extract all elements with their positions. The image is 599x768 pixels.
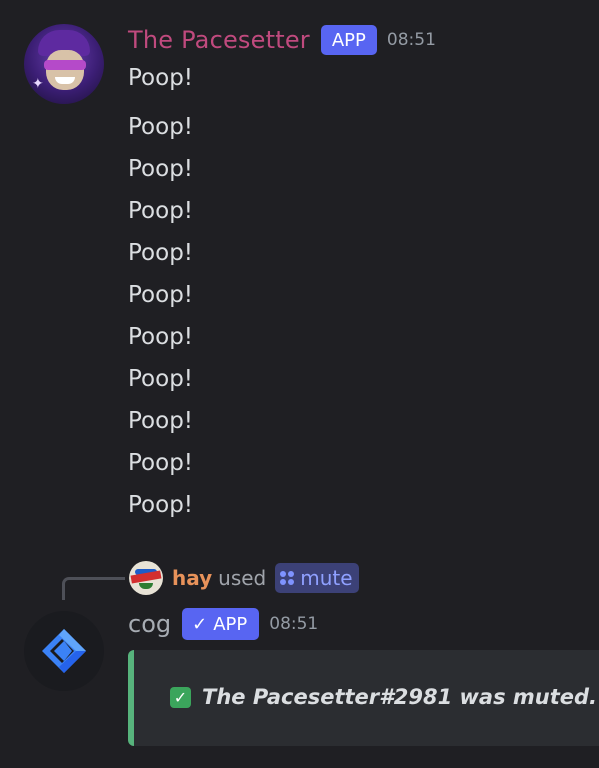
checkmark-icon: ✓ xyxy=(170,686,191,708)
command-used-text: used xyxy=(218,566,267,590)
avatar-glasses xyxy=(44,60,86,70)
avatar-face xyxy=(46,50,84,90)
pacesetter-avatar-icon[interactable]: ✦ xyxy=(24,24,104,104)
cog-logo-icon[interactable] xyxy=(24,611,104,691)
message-line: Poop! xyxy=(128,282,194,308)
message-line: Poop! xyxy=(128,450,194,476)
command-name: mute xyxy=(300,566,353,590)
message-line: Poop! xyxy=(128,492,194,518)
slash-command-icon xyxy=(279,570,295,586)
embed-card: ✓ The Pacesetter#2981 was muted. xyxy=(128,650,599,746)
command-chip[interactable]: mute xyxy=(275,563,359,593)
message-line: Poop! xyxy=(128,408,194,434)
message-line: Poop! xyxy=(128,114,194,140)
message-line: Poop! xyxy=(128,240,194,266)
username[interactable]: cog xyxy=(128,610,171,638)
avatar-mouth xyxy=(139,583,153,589)
embed-body: ✓ The Pacesetter#2981 was muted. xyxy=(170,682,597,712)
message-header: The Pacesetter APP 08:51 xyxy=(128,24,436,56)
username[interactable]: The Pacesetter xyxy=(128,26,310,54)
verified-app-badge: ✓ APP xyxy=(182,608,260,640)
command-user[interactable]: hay xyxy=(172,566,212,590)
reply-spine xyxy=(62,577,125,600)
checkmark-icon: ✓ xyxy=(192,613,208,635)
message-line: Poop! xyxy=(128,366,194,392)
chat-view: ✦ The Pacesetter APP 08:51 Poop! Poop! P… xyxy=(0,0,599,768)
message-line: Poop! xyxy=(128,65,194,91)
message-line: Poop! xyxy=(128,156,194,182)
badge-label: APP xyxy=(213,613,248,635)
timestamp[interactable]: 08:51 xyxy=(269,614,318,634)
embed-message: The Pacesetter#2981 was muted. xyxy=(202,685,598,709)
message-header: cog ✓ APP 08:51 xyxy=(128,607,318,641)
message-line: Poop! xyxy=(128,324,194,350)
command-reference: hay used mute xyxy=(172,562,359,594)
hay-avatar-icon[interactable] xyxy=(129,561,163,595)
message-line: Poop! xyxy=(128,198,194,224)
sparkle-icon: ✦ xyxy=(32,76,44,92)
timestamp[interactable]: 08:51 xyxy=(387,30,436,50)
app-badge: APP xyxy=(320,25,377,55)
